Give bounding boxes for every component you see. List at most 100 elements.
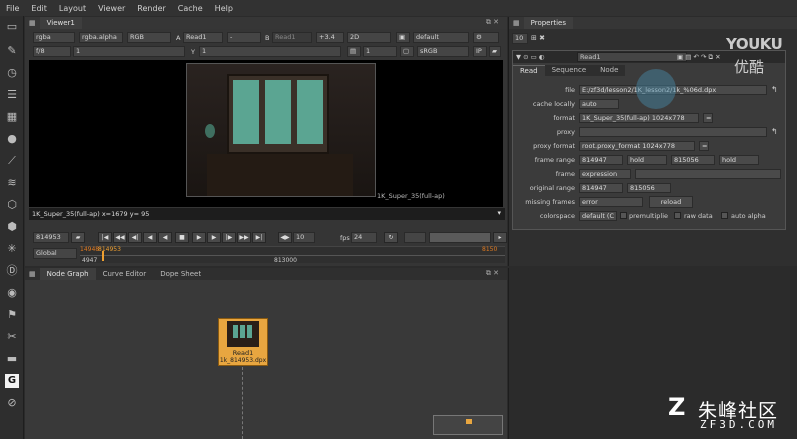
ip-button[interactable]: IP <box>473 46 487 57</box>
proxy-field[interactable] <box>579 127 767 137</box>
colorspace-select[interactable]: default (C <box>579 211 617 221</box>
lut-select[interactable]: default <box>413 32 469 43</box>
3d-icon[interactable]: ⬢ <box>5 220 19 234</box>
color-icon[interactable]: ▦ <box>5 110 19 124</box>
menu-layout[interactable]: Layout <box>59 4 86 13</box>
current-frame-field[interactable]: 814953 <box>33 232 69 243</box>
playhead[interactable] <box>102 251 104 261</box>
viewer-options-icon[interactable]: ⚙ <box>473 32 499 43</box>
last-frame-icon[interactable]: ▶| <box>252 232 266 243</box>
menu-help[interactable]: Help <box>215 4 233 13</box>
tab-node-graph[interactable]: Node Graph <box>39 268 96 280</box>
viewer-canvas[interactable]: 1K_Super_35(full-ap) <box>29 60 503 207</box>
toolsets-icon[interactable]: ✂ <box>5 330 19 344</box>
prev-keyframe-icon[interactable]: ◀◀ <box>113 232 127 243</box>
header-right-icons[interactable]: ▣ ▤ ↶ ↷ ⧉ ✕ <box>677 53 721 62</box>
stop-icon[interactable]: ■ <box>175 232 189 243</box>
frame-mode-select[interactable]: expression <box>579 169 631 179</box>
pointer-icon[interactable]: ▭ <box>5 20 19 34</box>
in-out-bar[interactable] <box>429 232 491 243</box>
playback-field[interactable] <box>404 232 426 243</box>
node-name-field[interactable]: Read1 <box>577 52 687 62</box>
timeline-options-icon[interactable]: ▸ <box>493 232 507 243</box>
status-dropdown-icon[interactable]: ▾ <box>497 209 501 217</box>
first-mode-select[interactable]: hold <box>627 155 667 165</box>
tab-sequence[interactable]: Sequence <box>544 65 594 76</box>
menu-viewer[interactable]: Viewer <box>98 4 125 13</box>
play-forward-icon[interactable]: ▶ <box>192 232 206 243</box>
other-icon[interactable]: ▬ <box>5 352 19 366</box>
orig-first-field[interactable]: 814947 <box>579 183 623 193</box>
color-select[interactable]: RGB <box>127 32 171 43</box>
tab-node[interactable]: Node <box>593 65 626 76</box>
file-browse-icon[interactable]: ↰ <box>771 85 778 94</box>
paint-brush-icon[interactable]: ✎ <box>5 44 19 58</box>
last-mode-select[interactable]: hold <box>719 155 759 165</box>
range-select[interactable]: Global <box>33 248 77 259</box>
tab-grip-icon[interactable]: ▦ <box>25 17 40 29</box>
menu-cache[interactable]: Cache <box>178 4 203 13</box>
proxy-format-select[interactable]: root.proxy_format 1024x778 <box>579 141 695 151</box>
premultiplied-checkbox[interactable] <box>620 212 627 219</box>
gain-slider[interactable]: 1 <box>73 46 185 57</box>
frame-first-field[interactable]: 814947 <box>579 155 623 165</box>
lock-range-icon[interactable]: ▰ <box>71 232 85 243</box>
proxy-icon[interactable]: ▤ <box>347 46 361 57</box>
proxy-format-edit-button[interactable]: = <box>699 141 709 151</box>
roi-icon[interactable]: ▢ <box>400 46 414 57</box>
alpha-select[interactable]: rgba.alpha <box>79 32 123 43</box>
proxy-browse-icon[interactable]: ↰ <box>771 127 778 136</box>
tab-grip-icon[interactable]: ▦ <box>509 17 524 29</box>
frame-expression-field[interactable] <box>635 169 781 179</box>
tab-viewer1[interactable]: Viewer1 <box>39 17 82 29</box>
gain-field[interactable]: +3.4 <box>316 32 344 43</box>
menu-edit[interactable]: Edit <box>31 4 47 13</box>
panel-float-icon[interactable]: ⧉ ✕ <box>486 269 499 278</box>
mode-select[interactable]: 2D <box>347 32 391 43</box>
proxy-select[interactable]: 1 <box>363 46 397 57</box>
format-edit-button[interactable]: = <box>703 113 713 123</box>
step-size-icon[interactable]: ◀▶ <box>278 232 292 243</box>
menu-file[interactable]: File <box>6 4 19 13</box>
channels-select[interactable]: rgba <box>33 32 75 43</box>
metadata-icon[interactable]: ⚑ <box>5 308 19 322</box>
b-input-select[interactable]: Read1 <box>272 32 312 43</box>
max-panels-field[interactable]: 10 <box>512 33 528 44</box>
prev-frame-icon[interactable]: ◀ <box>143 232 157 243</box>
furnace-icon[interactable]: ⊘ <box>5 396 19 410</box>
raw-data-checkbox[interactable] <box>674 212 681 219</box>
frame-last-field[interactable]: 815056 <box>671 155 715 165</box>
reload-button[interactable]: reload <box>649 196 693 208</box>
step-back-icon[interactable]: ◀| <box>128 232 142 243</box>
camera-icon[interactable]: ▣ <box>396 32 410 43</box>
loop-icon[interactable]: ↻ <box>384 232 398 243</box>
particles-icon[interactable]: ✳ <box>5 242 19 256</box>
format-select[interactable]: 1K_Super_35(full-ap) 1024x778 <box>579 113 699 123</box>
tab-read[interactable]: Read <box>513 65 545 76</box>
merge-icon[interactable]: ≋ <box>5 176 19 190</box>
a-input-select[interactable]: Read1 <box>183 32 223 43</box>
keyer-icon[interactable]: ⟋ <box>5 154 19 168</box>
cache-select[interactable]: auto <box>579 99 619 109</box>
panel-float-icon[interactable]: ⧉ ✕ <box>486 18 499 27</box>
gizmo-icon[interactable]: G <box>5 374 19 388</box>
filter-icon[interactable]: ● <box>5 132 19 146</box>
clock-icon[interactable]: ◷ <box>5 66 19 80</box>
auto-alpha-checkbox[interactable] <box>721 212 728 219</box>
views-icon[interactable]: ◉ <box>5 286 19 300</box>
tab-grip-icon[interactable]: ▦ <box>25 268 40 280</box>
navigator-minimap[interactable] <box>433 415 503 435</box>
orig-last-field[interactable]: 815056 <box>627 183 671 193</box>
colorspace-select[interactable]: sRGB <box>417 46 469 57</box>
tab-properties[interactable]: Properties <box>523 17 574 29</box>
first-frame-icon[interactable]: |◀ <box>98 232 112 243</box>
fps-field[interactable]: 24 <box>351 232 377 243</box>
deep-icon[interactable]: Ⓓ <box>5 264 19 278</box>
step-forward-icon[interactable]: |▶ <box>222 232 236 243</box>
play-backward-icon[interactable]: ◀ <box>158 232 172 243</box>
channel-icon[interactable]: ☰ <box>5 88 19 102</box>
next-keyframe-icon[interactable]: ▶▶ <box>237 232 251 243</box>
tab-curve-editor[interactable]: Curve Editor <box>96 268 154 280</box>
read-node[interactable]: Read1 1k_814953.dpx <box>218 318 268 366</box>
clear-panels-icon[interactable]: ⊞ ✖ <box>531 34 545 42</box>
